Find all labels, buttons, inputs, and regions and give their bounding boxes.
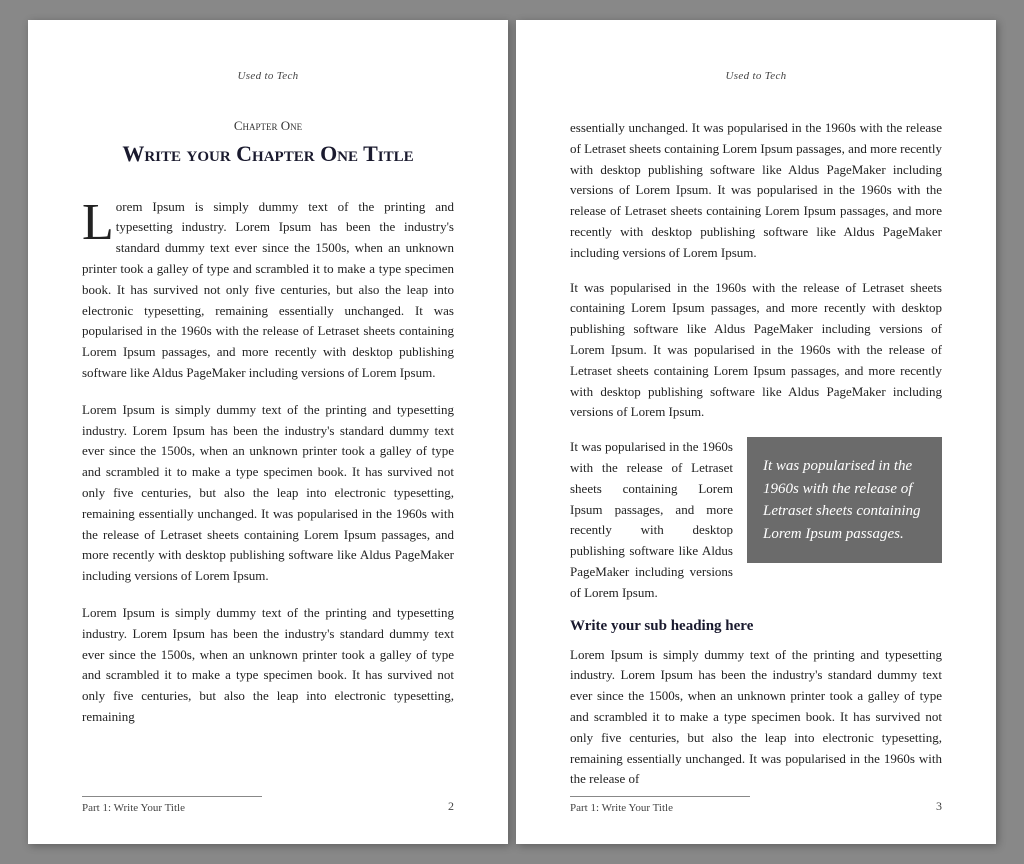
sub-heading: Write your sub heading here — [570, 618, 942, 635]
paragraph-3: Lorem Ipsum is simply dummy text of the … — [82, 603, 454, 728]
paragraph-r1: essentially unchanged. It was popularise… — [570, 118, 942, 264]
paragraph-2: Lorem Ipsum is simply dummy text of the … — [82, 400, 454, 587]
page-right: Used to Tech essentially unchanged. It w… — [516, 20, 996, 844]
paragraph-r3: It was popularised in the 1960s with the… — [570, 437, 733, 603]
page-number-left: 2 — [448, 799, 454, 814]
page-number-right: 3 — [936, 799, 942, 814]
page-footer-left: Part 1: Write Your Title 2 — [82, 796, 454, 814]
pull-quote: It was popularised in the 1960s with the… — [747, 437, 942, 563]
paragraph-r2: It was popularised in the 1960s with the… — [570, 278, 942, 424]
drop-cap: L — [82, 203, 114, 244]
book-spread: Used to Tech Chapter One Write your Chap… — [28, 20, 996, 844]
footer-section-left: Part 1: Write Your Title — [82, 796, 262, 814]
paragraph-r4: Lorem Ipsum is simply dummy text of the … — [570, 645, 942, 791]
chapter-title: Write your Chapter One Title — [82, 140, 454, 169]
footer-section-right: Part 1: Write Your Title — [570, 796, 750, 814]
paragraph-1: L orem Ipsum is simply dummy text of the… — [82, 197, 454, 384]
paragraph-1-text: orem Ipsum is simply dummy text of the p… — [82, 199, 454, 380]
page-left: Used to Tech Chapter One Write your Chap… — [28, 20, 508, 844]
page-header-right: Used to Tech — [570, 70, 942, 82]
chapter-label: Chapter One — [82, 118, 454, 134]
page-footer-right: Part 1: Write Your Title 3 — [570, 796, 942, 814]
page-header-left: Used to Tech — [82, 70, 454, 82]
content-with-pullquote: It was popularised in the 1960s with the… — [570, 437, 942, 603]
